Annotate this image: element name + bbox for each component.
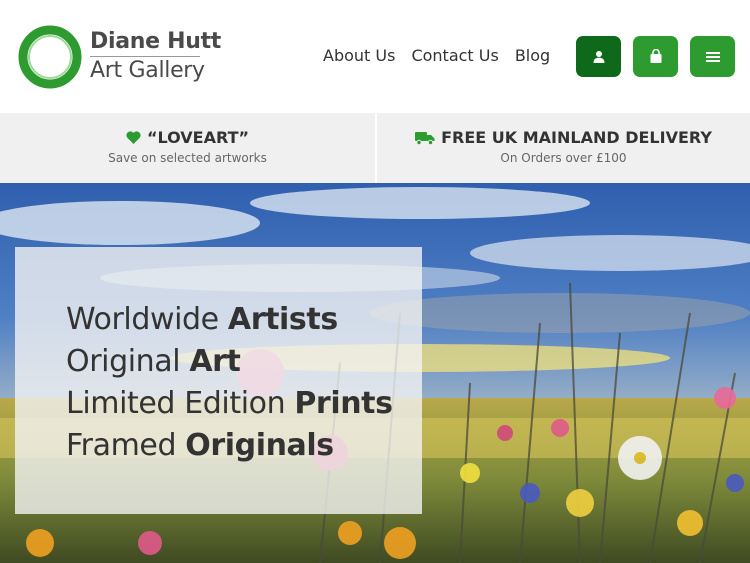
- hero-line-prints: Limited Edition Prints: [66, 386, 393, 421]
- truck-icon: [415, 131, 435, 145]
- account-button[interactable]: [576, 36, 621, 77]
- logo-ring-icon[interactable]: [17, 24, 83, 90]
- nav-contact-us[interactable]: Contact Us: [411, 46, 498, 65]
- brand-name: Diane Hutt: [90, 29, 221, 54]
- brand-subtitle: Art Gallery: [90, 58, 205, 83]
- hero-text-panel: Worldwide Artists Original Art Limited E…: [15, 247, 422, 514]
- promo-delivery-subtitle: On Orders over £100: [500, 151, 627, 165]
- hero-line-artists: Worldwide Artists: [66, 302, 338, 337]
- hero-taglines: Worldwide Artists Original Art Limited E…: [66, 299, 393, 467]
- hero-line-art: Original Art: [66, 344, 241, 379]
- hero-banner: Worldwide Artists Original Art Limited E…: [0, 183, 750, 563]
- shopping-bag-icon: [650, 49, 661, 63]
- nav-blog[interactable]: Blog: [515, 46, 550, 65]
- promo-delivery-title: FREE UK MAINLAND DELIVERY: [441, 128, 712, 147]
- promo-bar: “LOVEART” Save on selected artworks FREE…: [0, 113, 750, 183]
- menu-icon: [705, 51, 720, 62]
- site-header: Diane Hutt Art Gallery About Us Contact …: [0, 0, 750, 113]
- promo-loveart-title: “LOVEART”: [146, 128, 250, 147]
- main-nav: About Us Contact Us Blog: [323, 46, 550, 65]
- logo-text[interactable]: Diane Hutt Art Gallery: [90, 30, 221, 84]
- cart-button[interactable]: [633, 36, 678, 77]
- promo-delivery[interactable]: FREE UK MAINLAND DELIVERY On Orders over…: [377, 113, 750, 183]
- hero-line-originals: Framed Originals: [66, 428, 334, 463]
- nav-about-us[interactable]: About Us: [323, 46, 395, 65]
- heart-icon: [126, 131, 141, 144]
- logo-divider: [90, 56, 200, 57]
- user-icon: [593, 50, 604, 63]
- promo-loveart[interactable]: “LOVEART” Save on selected artworks: [0, 113, 375, 183]
- menu-button[interactable]: [690, 36, 735, 77]
- promo-loveart-subtitle: Save on selected artworks: [108, 151, 267, 165]
